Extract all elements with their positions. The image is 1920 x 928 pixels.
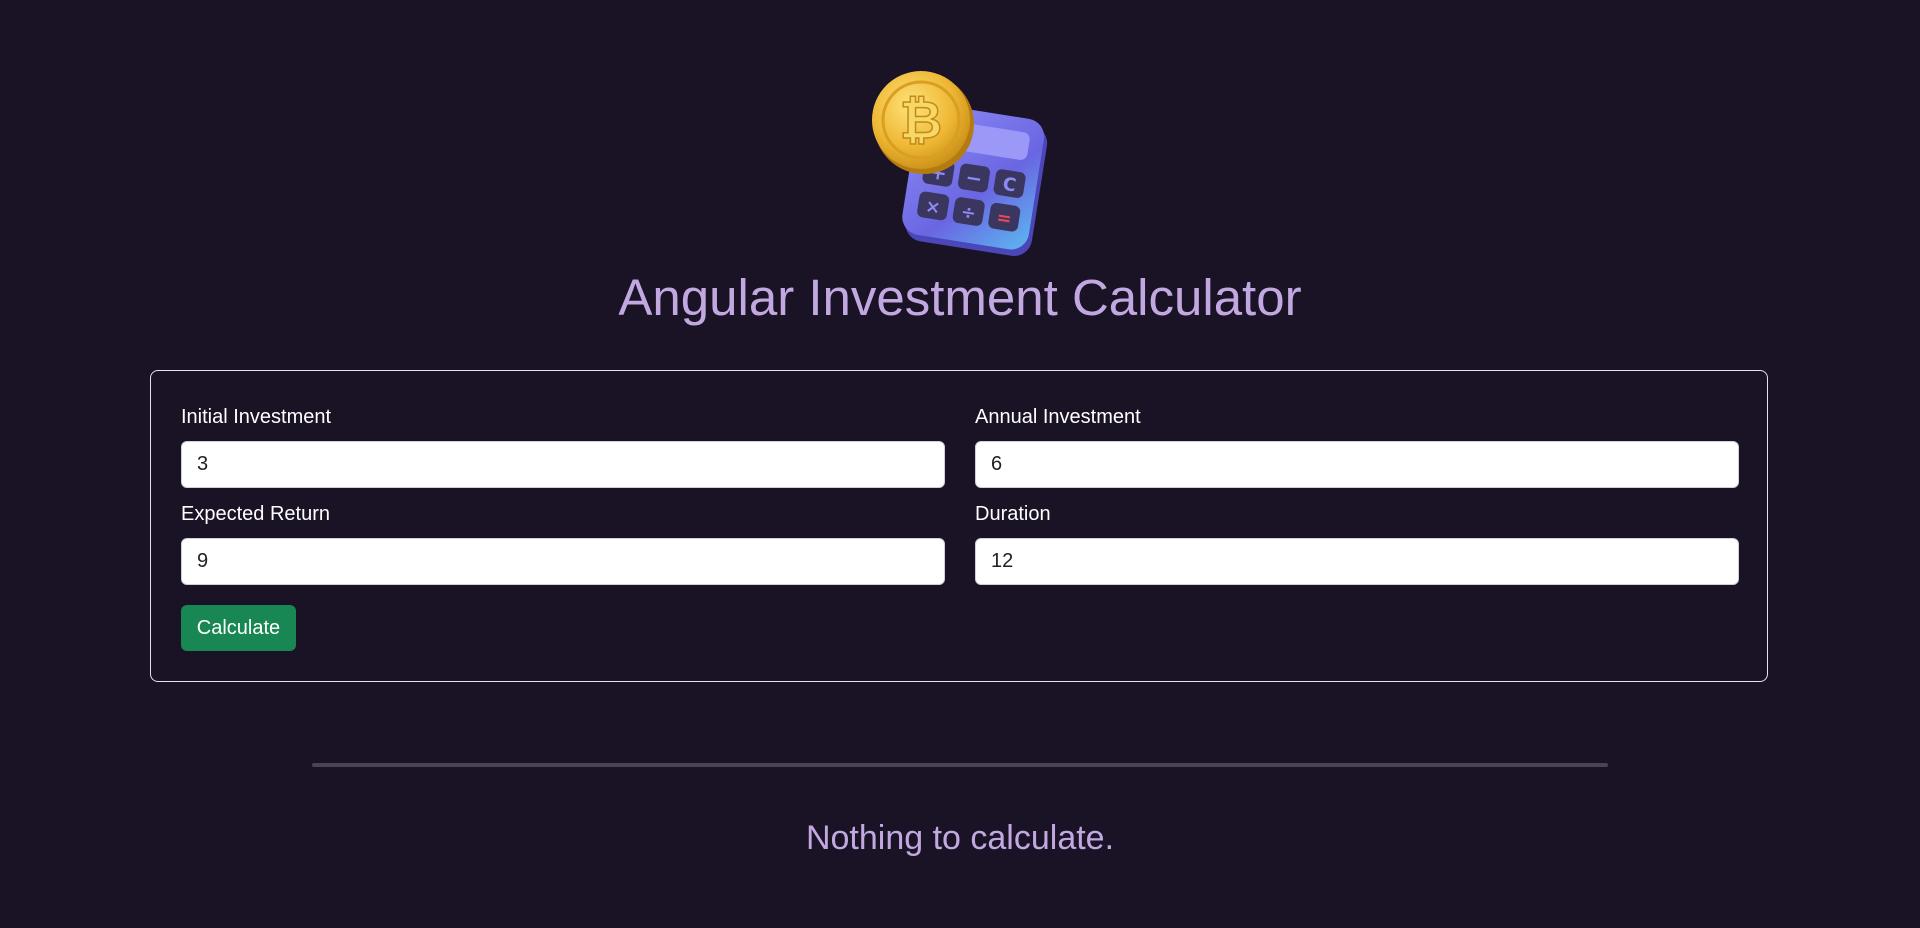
initial-investment-input[interactable] [181,441,945,488]
expected-return-input[interactable] [181,538,945,585]
expected-return-label: Expected Return [181,503,330,525]
bitcoin-calculator-icon: + − C × ÷ = ₿ [872,71,1048,256]
results-divider [312,763,1608,767]
initial-investment-label: Initial Investment [181,406,332,428]
annual-investment-input[interactable] [975,441,1739,488]
empty-results-message: Nothing to calculate. [805,819,1115,857]
investment-form: Initial Investment Annual Investment Exp… [150,370,1768,682]
duration-label: Duration [975,503,1051,525]
app-title: Angular Investment Calculator [618,269,1302,326]
annual-investment-label: Annual Investment [975,406,1141,428]
calculate-button[interactable]: Calculate [181,605,296,651]
svg-text:₿: ₿ [900,91,942,151]
page: + − C × ÷ = ₿ Angular Investment Calcula… [0,0,1920,928]
duration-input[interactable] [975,538,1739,585]
